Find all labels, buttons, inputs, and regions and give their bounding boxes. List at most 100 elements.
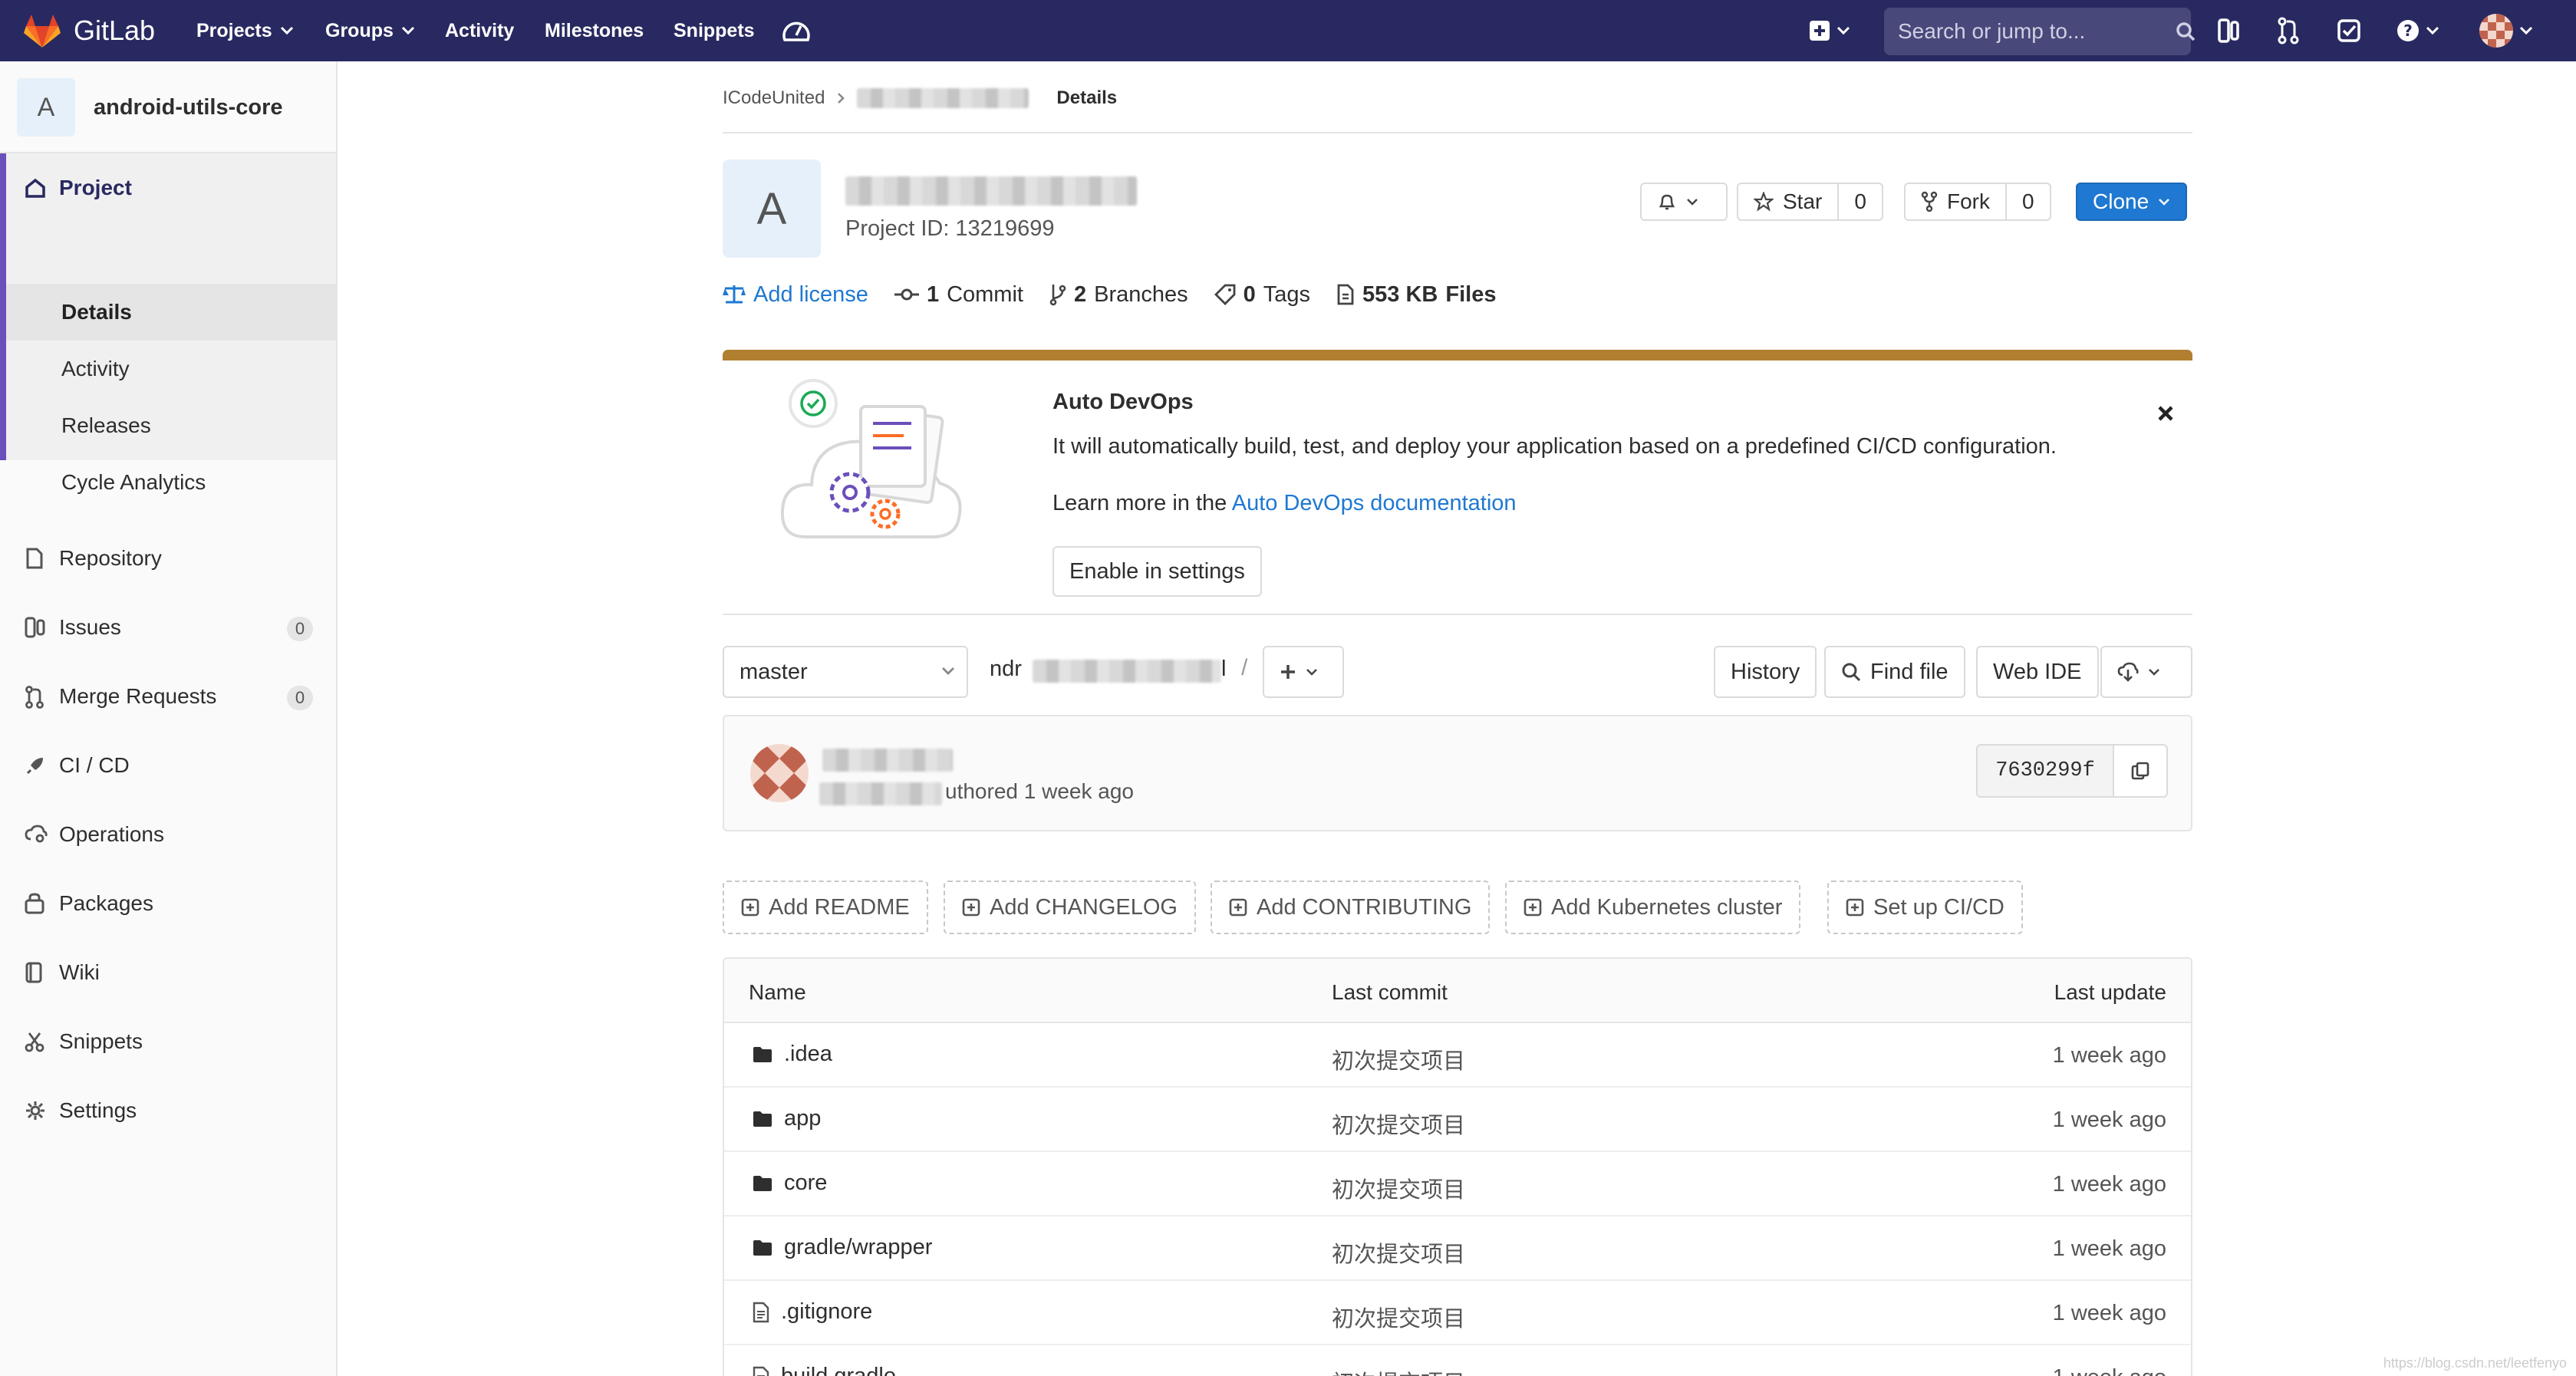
file-name-cell[interactable]: core [752,1170,827,1196]
file-name[interactable]: .gitignore [781,1299,872,1325]
sidebar-item-merge-requests[interactable]: Merge Requests 0 [0,666,336,727]
file-last-commit[interactable]: 初次提交项目 [1332,1301,1465,1333]
copy-sha-button[interactable] [2113,744,2168,798]
commit-sha[interactable]: 7630299f [1976,744,2114,798]
nav-activity[interactable]: Activity [445,0,514,61]
branch-name: master [740,659,808,684]
file-last-commit[interactable]: 初次提交项目 [1332,1172,1465,1204]
branch-icon [1049,283,1066,306]
breadcrumb-group[interactable]: ICodeUnited [723,87,825,109]
table-row[interactable]: .idea 初次提交项目 1 week ago [724,1023,2191,1088]
web-ide-button[interactable]: Web IDE [1976,646,2099,698]
find-file-button[interactable]: Find file [1824,646,1965,698]
star-count[interactable]: 0 [1839,183,1883,221]
file-tree-table: Name Last commit Last update .idea 初次提交项目… [723,957,2192,1376]
setup-ci-cd-button[interactable]: Set up CI/CD [1827,881,2023,934]
repo-path-suffix[interactable]: l [1221,657,1226,682]
sidebar-item-project[interactable]: Project [0,157,336,219]
tags-stat[interactable]: 0 Tags [1214,282,1310,308]
gear-icon [25,1100,46,1121]
commits-stat[interactable]: 1 Commit [894,282,1023,308]
sidebar-item-repository[interactable]: Repository [0,528,336,589]
file-name[interactable]: gradle/wrapper [784,1235,932,1260]
repo-path-redacted[interactable] [1033,660,1221,683]
project-avatar-small: A [17,78,75,137]
add-changelog-button[interactable]: Add CHANGELOG [944,881,1196,934]
commit-author-redacted[interactable] [819,782,942,805]
sidebar-sub-cycle-analytics[interactable]: Cycle Analytics [6,454,336,511]
sidebar-sub-activity[interactable]: Activity [6,341,336,397]
new-dropdown-button[interactable] [1809,15,1850,46]
branches-stat[interactable]: 2 Branches [1049,282,1188,308]
sidebar-sub-releases[interactable]: Releases [6,397,336,454]
file-name[interactable]: .idea [784,1042,832,1067]
file-name-cell[interactable]: .idea [752,1042,832,1067]
nav-snippets[interactable]: Snippets [674,0,755,61]
gitlab-fox-icon [23,13,61,48]
auto-devops-docs-link[interactable]: Auto DevOps documentation [1232,491,1517,515]
branch-selector[interactable]: master [723,646,968,698]
notification-dropdown[interactable] [1640,183,1728,221]
gitlab-logo-link[interactable]: GitLab [23,9,155,52]
file-last-commit[interactable]: 初次提交项目 [1332,1043,1465,1075]
clone-dropdown-button[interactable]: Clone [2076,183,2188,221]
sidebar-sub-details[interactable]: Details [6,284,336,341]
files-size-stat[interactable]: 553 KB Files [1336,282,1496,308]
table-row[interactable]: gradle/wrapper 初次提交项目 1 week ago [724,1216,2191,1281]
issues-nav-button[interactable] [2217,15,2240,46]
chevron-down-icon [2426,26,2439,35]
nav-projects[interactable]: Projects [196,0,294,61]
file-name[interactable]: build.gradle [781,1364,896,1376]
nav-milestones[interactable]: Milestones [545,0,644,61]
file-name[interactable]: core [784,1170,827,1196]
todos-nav-button[interactable] [2337,15,2361,46]
commit-author-avatar[interactable] [750,744,809,802]
table-row[interactable]: app 初次提交项目 1 week ago [724,1088,2191,1152]
dismiss-banner-button[interactable] [2157,405,2174,422]
history-button[interactable]: History [1714,646,1817,698]
dashboard-gauge-icon [781,17,812,44]
add-license-link[interactable]: Add license [723,282,868,308]
search-input[interactable] [1898,19,2175,44]
help-dropdown-button[interactable]: ? [2396,15,2439,46]
enable-in-settings-button[interactable]: Enable in settings [1052,546,1262,597]
sidebar-item-snippets[interactable]: Snippets [0,1011,336,1072]
sidebar-item-packages[interactable]: Packages [0,873,336,934]
file-name-cell[interactable]: .gitignore [752,1299,872,1325]
file-name[interactable]: app [784,1106,821,1131]
sidebar-item-ci-cd[interactable]: CI / CD [0,735,336,796]
sidebar-item-settings[interactable]: Settings [0,1080,336,1141]
download-dropdown[interactable] [2100,646,2192,698]
table-row[interactable]: .gitignore 初次提交项目 1 week ago [724,1281,2191,1345]
add-to-tree-dropdown[interactable] [1263,646,1344,698]
file-name-cell[interactable]: build.gradle [752,1364,896,1376]
file-name-cell[interactable]: gradle/wrapper [752,1235,932,1260]
file-last-commit[interactable]: 初次提交项目 [1332,1108,1465,1140]
table-row[interactable]: build.gradle 初次提交项目 1 week ago [724,1345,2191,1376]
file-name-cell[interactable]: app [752,1106,821,1131]
commit-title-redacted[interactable] [822,749,953,772]
add-kubernetes-cluster-button[interactable]: Add Kubernetes cluster [1505,881,1801,934]
fork-count[interactable]: 0 [2007,183,2051,221]
search-box[interactable] [1884,8,2196,55]
sidebar-project-header[interactable]: A android-utils-core [17,78,336,137]
table-row[interactable]: core 初次提交项目 1 week ago [724,1152,2191,1216]
user-menu-button[interactable] [2479,14,2533,48]
file-size-icon [1336,284,1355,305]
sidebar-item-wiki[interactable]: Wiki [0,942,336,1003]
repo-path-prefix[interactable]: ndr [990,657,1022,682]
sidebar-item-issues[interactable]: Issues 0 [0,597,336,658]
download-icon [2117,662,2139,682]
sidebar-item-operations[interactable]: Operations [0,804,336,865]
nav-groups[interactable]: Groups [325,0,415,61]
breadcrumb-project-redacted[interactable] [857,88,1029,108]
file-last-commit[interactable]: 初次提交项目 [1332,1236,1465,1269]
star-button[interactable]: Star [1737,183,1840,221]
merge-requests-nav-button[interactable] [2277,15,2300,46]
performance-bar-button[interactable] [781,15,812,46]
add-contributing-button[interactable]: Add CONTRIBUTING [1211,881,1491,934]
fork-button[interactable]: Fork [1904,183,2007,221]
add-readme-button[interactable]: Add README [723,881,928,934]
folder-icon [752,1045,773,1064]
file-last-commit[interactable]: 初次提交项目 [1332,1365,1465,1376]
